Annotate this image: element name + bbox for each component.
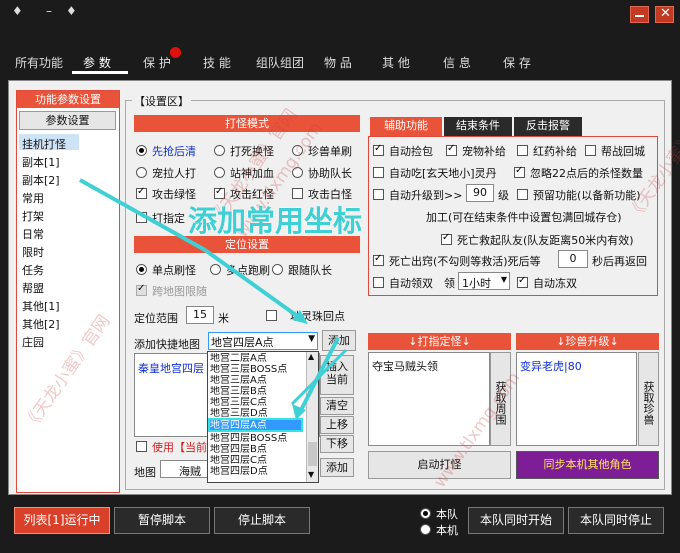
radio-machine-label: 本机 <box>436 524 458 537</box>
annotation-arrows <box>79 178 348 420</box>
team-start-button[interactable]: 本队同时开始 <box>468 507 564 534</box>
arrow-line <box>79 178 206 252</box>
pause-script-button[interactable]: 暂停脚本 <box>114 507 210 534</box>
radio-team-label: 本队 <box>436 508 458 521</box>
radio-team[interactable] <box>420 508 431 519</box>
arrow-line <box>290 348 348 406</box>
radio-machine[interactable] <box>420 524 431 535</box>
list-running-button[interactable]: 列表[1]运行中 <box>14 507 110 534</box>
overlay-annotation: 添加常用坐标 <box>188 204 363 238</box>
team-stop-button[interactable]: 本队同时停止 <box>568 507 664 534</box>
stop-script-button[interactable]: 停止脚本 <box>214 507 310 534</box>
arrow-line <box>203 248 302 320</box>
